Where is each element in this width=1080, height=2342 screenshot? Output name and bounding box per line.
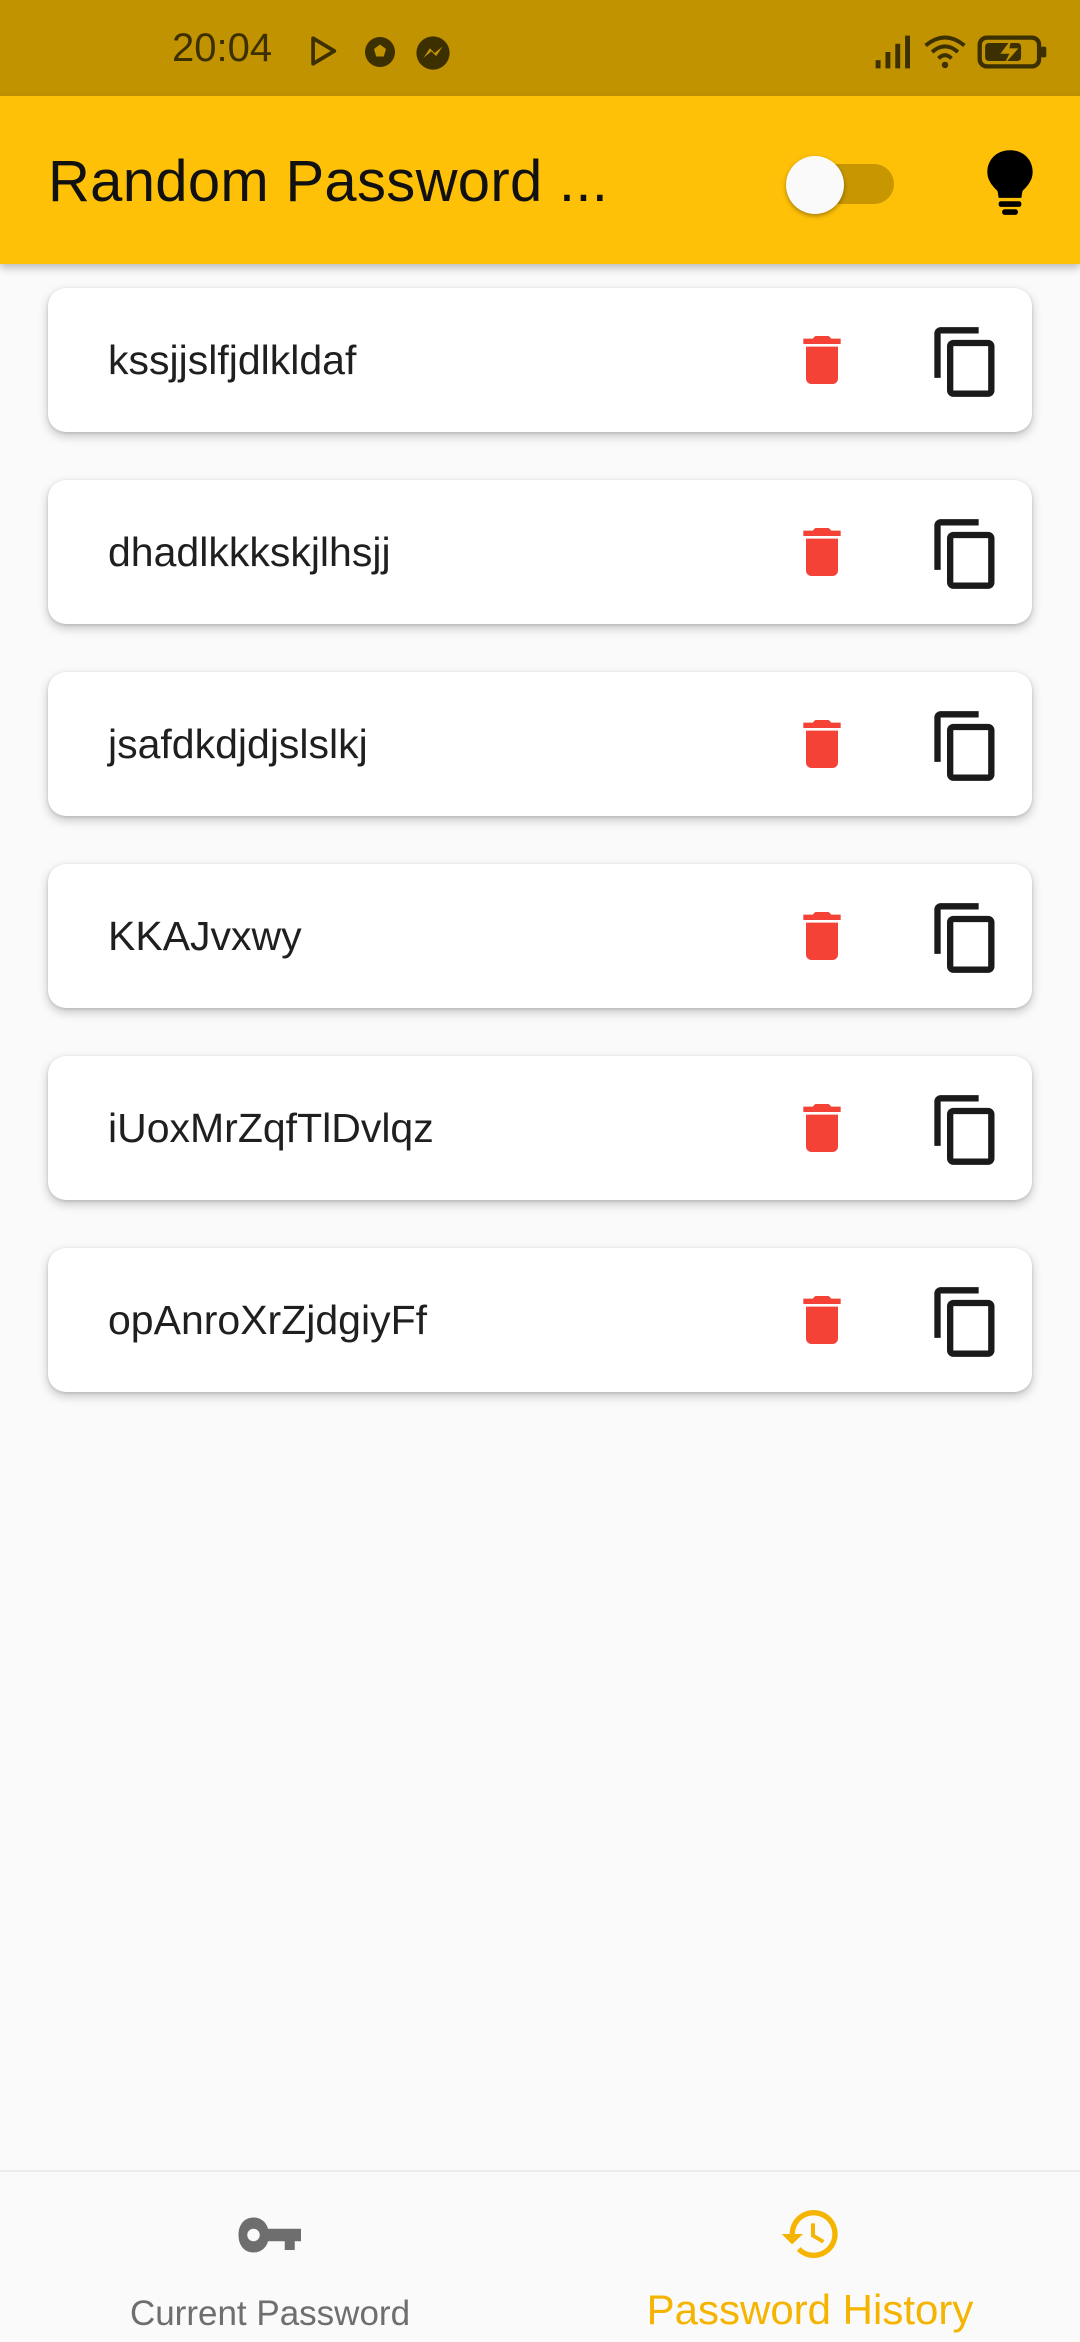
key-icon [238,2217,301,2253]
delete-icon[interactable] [790,520,854,584]
status-bar: 20:04 [0,0,1080,96]
password-text: KKAJvxwy [108,913,302,959]
password-card: jsafdkdjdjslslkj [48,672,1032,816]
app-bar: Random Password ... [0,96,1080,264]
copy-icon[interactable] [928,1284,1004,1360]
password-card: dhadlkkkskjlhsjj [48,480,1032,624]
copy-icon[interactable] [928,324,1004,400]
password-card: KKAJvxwy [48,864,1032,1008]
battery-charging-icon [977,35,1047,69]
play-store-icon [311,36,337,66]
delete-icon[interactable] [790,712,854,776]
signal-icon [875,35,910,69]
toggle-thumb [786,156,844,214]
wifi-icon [924,35,966,69]
theme-toggle[interactable] [786,154,898,214]
copy-icon[interactable] [928,900,1004,976]
password-card: opAnroXrZjdgiyFf [48,1248,1032,1392]
password-text: jsafdkdjdjslslkj [108,721,368,767]
password-history-list: kssjjslfjdlkldaf dhadlkkkskjlhsjj jsafdk… [48,288,1032,1440]
delete-icon[interactable] [790,1096,854,1160]
password-text: kssjjslfjdlkldaf [108,337,357,383]
delete-icon[interactable] [790,328,854,392]
soccer-ball-icon [365,37,395,67]
copy-icon[interactable] [928,1092,1004,1168]
delete-icon[interactable] [790,904,854,968]
password-card: kssjjslfjdlkldaf [48,288,1032,432]
nav-password-history[interactable]: Password History [540,2172,1080,2342]
nav-current-password[interactable]: Current Password [0,2172,540,2342]
delete-icon[interactable] [790,1288,854,1352]
messenger-icon [416,36,450,70]
lightbulb-icon[interactable] [982,148,1038,216]
status-time: 20:04 [172,26,273,70]
nav-label-current-password: Current Password [129,2294,411,2333]
copy-icon[interactable] [928,516,1004,592]
nav-label-password-history: Password History [646,2286,974,2333]
password-text: dhadlkkkskjlhsjj [108,529,391,575]
password-text: iUoxMrZqfTlDvlqz [108,1105,434,1151]
password-text: opAnroXrZjdgiyFf [108,1297,428,1343]
bottom-navigation: Current Password Password History [0,2170,1080,2342]
password-card: iUoxMrZqfTlDvlqz [48,1056,1032,1200]
app-title: Random Password ... [48,149,609,214]
history-icon [781,2210,838,2258]
copy-icon[interactable] [928,708,1004,784]
